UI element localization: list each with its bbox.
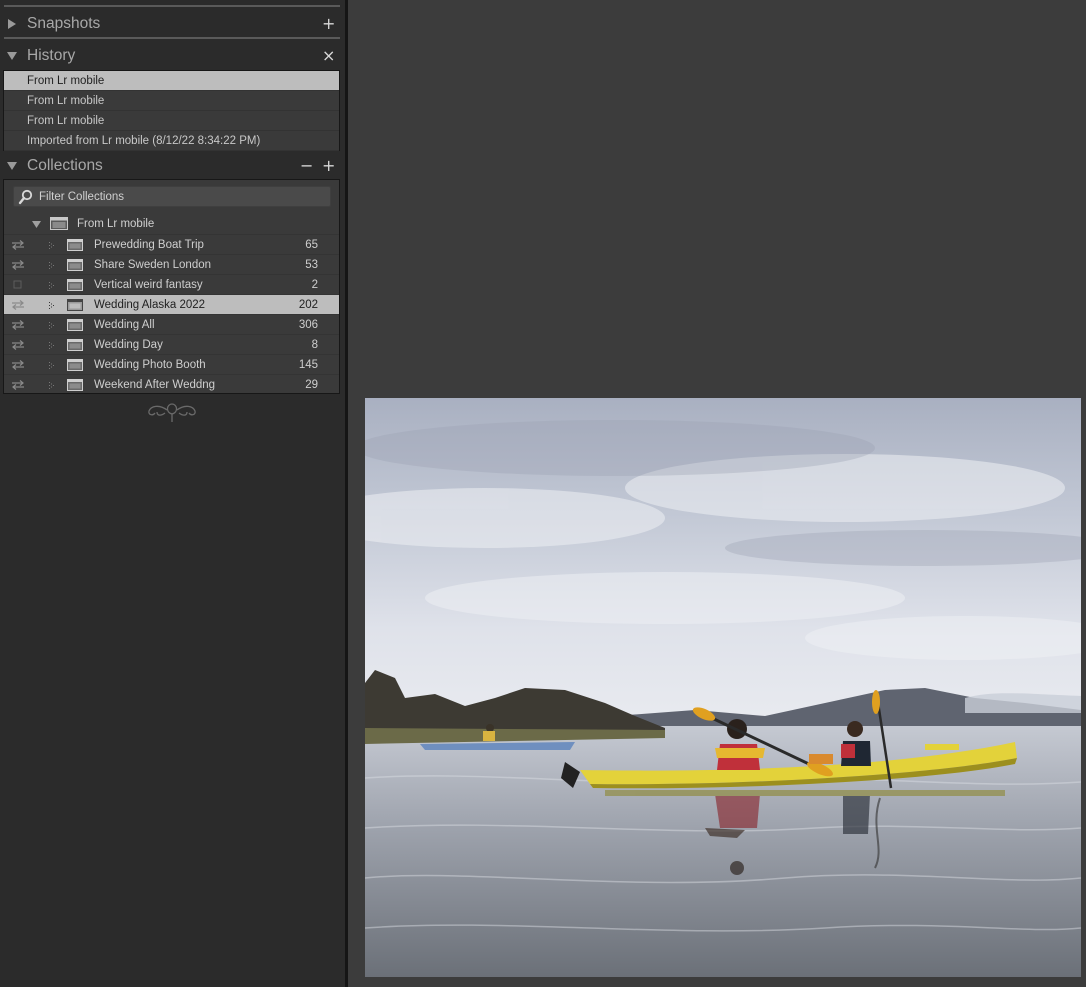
sync-arrows-icon[interactable] (11, 319, 25, 330)
collection-set-name: From Lr mobile (77, 218, 155, 230)
collection-row[interactable]: Prewedding Boat Trip 65 (4, 234, 339, 254)
collection-name: Vertical weird fantasy (94, 278, 203, 291)
collection-count: 2 (311, 278, 318, 291)
panel-end-ornament-icon (145, 400, 200, 424)
snapshots-title: Snapshots (27, 15, 101, 32)
collection-count: 306 (298, 318, 318, 331)
expand-dots-icon[interactable] (49, 261, 55, 269)
collection-name: Wedding All (94, 318, 155, 331)
collection-row[interactable]: Wedding Photo Booth 145 (4, 354, 339, 374)
collection-row[interactable]: Share Sweden London 53 (4, 254, 339, 274)
collection-row[interactable]: Wedding Alaska 2022 202 (4, 294, 339, 314)
history-item[interactable]: From Lr mobile (4, 71, 339, 91)
collection-icon (67, 238, 83, 251)
collection-icon (67, 278, 83, 291)
sync-arrows-icon[interactable] (11, 299, 25, 310)
collection-icon (67, 338, 83, 351)
collection-icon (67, 358, 83, 371)
expand-dots-icon[interactable] (49, 381, 55, 389)
collection-icon (67, 298, 83, 311)
expand-dots-icon[interactable] (49, 241, 55, 249)
snapshots-header[interactable]: Snapshots + (0, 11, 345, 37)
collection-icon (67, 378, 83, 391)
expanded-triangle-icon[interactable] (7, 161, 17, 171)
history-item[interactable]: From Lr mobile (4, 91, 339, 111)
sync-arrows-icon[interactable] (11, 359, 25, 370)
sync-arrows-icon[interactable] (11, 339, 25, 350)
collection-set-icon (50, 217, 68, 233)
expand-dots-icon[interactable] (49, 301, 55, 309)
filter-collections-field[interactable] (13, 186, 331, 207)
top-divider (4, 5, 340, 7)
collection-name: Wedding Day (94, 338, 163, 351)
sync-arrows-icon[interactable] (11, 379, 25, 390)
history-title: History (27, 47, 76, 64)
collection-name: Weekend After Weddng (94, 378, 216, 391)
history-item[interactable]: Imported from Lr mobile (8/12/22 8:34:22… (4, 131, 339, 151)
clear-history-icon[interactable]: × (322, 48, 335, 64)
collection-row[interactable]: Wedding All 306 (4, 314, 339, 334)
collection-name: Wedding Photo Booth (94, 358, 206, 371)
filter-collections-input[interactable] (39, 190, 309, 203)
collection-count: 65 (305, 238, 318, 251)
collection-name: Share Sweden London (94, 258, 212, 271)
collection-icon (67, 318, 83, 331)
expand-dots-icon[interactable] (49, 281, 55, 289)
divider (4, 37, 340, 39)
loupe-view (348, 0, 1086, 987)
collection-row[interactable]: Wedding Day 8 (4, 334, 339, 354)
collection-row[interactable]: Vertical weird fantasy 2 (4, 274, 339, 294)
expand-dots-icon[interactable] (49, 361, 55, 369)
collection-name: Wedding Alaska 2022 (94, 298, 206, 311)
expand-dots-icon[interactable] (49, 321, 55, 329)
history-item[interactable]: From Lr mobile (4, 111, 339, 131)
collections-title: Collections (27, 157, 103, 174)
expanded-triangle-icon[interactable] (7, 51, 17, 61)
collection-count: 29 (305, 378, 318, 391)
collection-count: 8 (311, 338, 318, 351)
expand-dots-icon[interactable] (49, 341, 55, 349)
collapsed-triangle-icon[interactable] (7, 19, 17, 29)
history-header[interactable]: History × (0, 43, 345, 69)
collections-list: From Lr mobile Prewedding Boat Trip 65 Sha… (3, 179, 340, 394)
remove-collection-icon[interactable]: − (300, 158, 313, 174)
collection-name: Prewedding Boat Trip (94, 238, 204, 251)
collections-header[interactable]: Collections − + (0, 153, 345, 179)
collection-set-row[interactable]: From Lr mobile (4, 214, 339, 234)
collection-icon (67, 258, 83, 271)
sync-arrows-icon[interactable] (11, 239, 25, 250)
collection-count: 202 (298, 298, 318, 311)
kayak-photo[interactable] (365, 398, 1081, 977)
search-icon (17, 188, 35, 206)
history-list: From Lr mobile From Lr mobile From Lr mobi… (3, 70, 340, 151)
left-panel: Snapshots + History × From Lr mobile From… (0, 0, 345, 987)
add-snapshot-icon[interactable]: + (322, 16, 335, 32)
sync-arrows-icon[interactable] (11, 259, 25, 270)
set-expand-triangle-icon[interactable] (32, 220, 41, 232)
collection-count: 53 (305, 258, 318, 271)
collection-count: 145 (298, 358, 318, 371)
sync-checkbox-icon[interactable] (11, 280, 25, 290)
add-collection-icon[interactable]: + (322, 158, 335, 174)
collection-row[interactable]: Weekend After Weddng 29 (4, 374, 339, 394)
